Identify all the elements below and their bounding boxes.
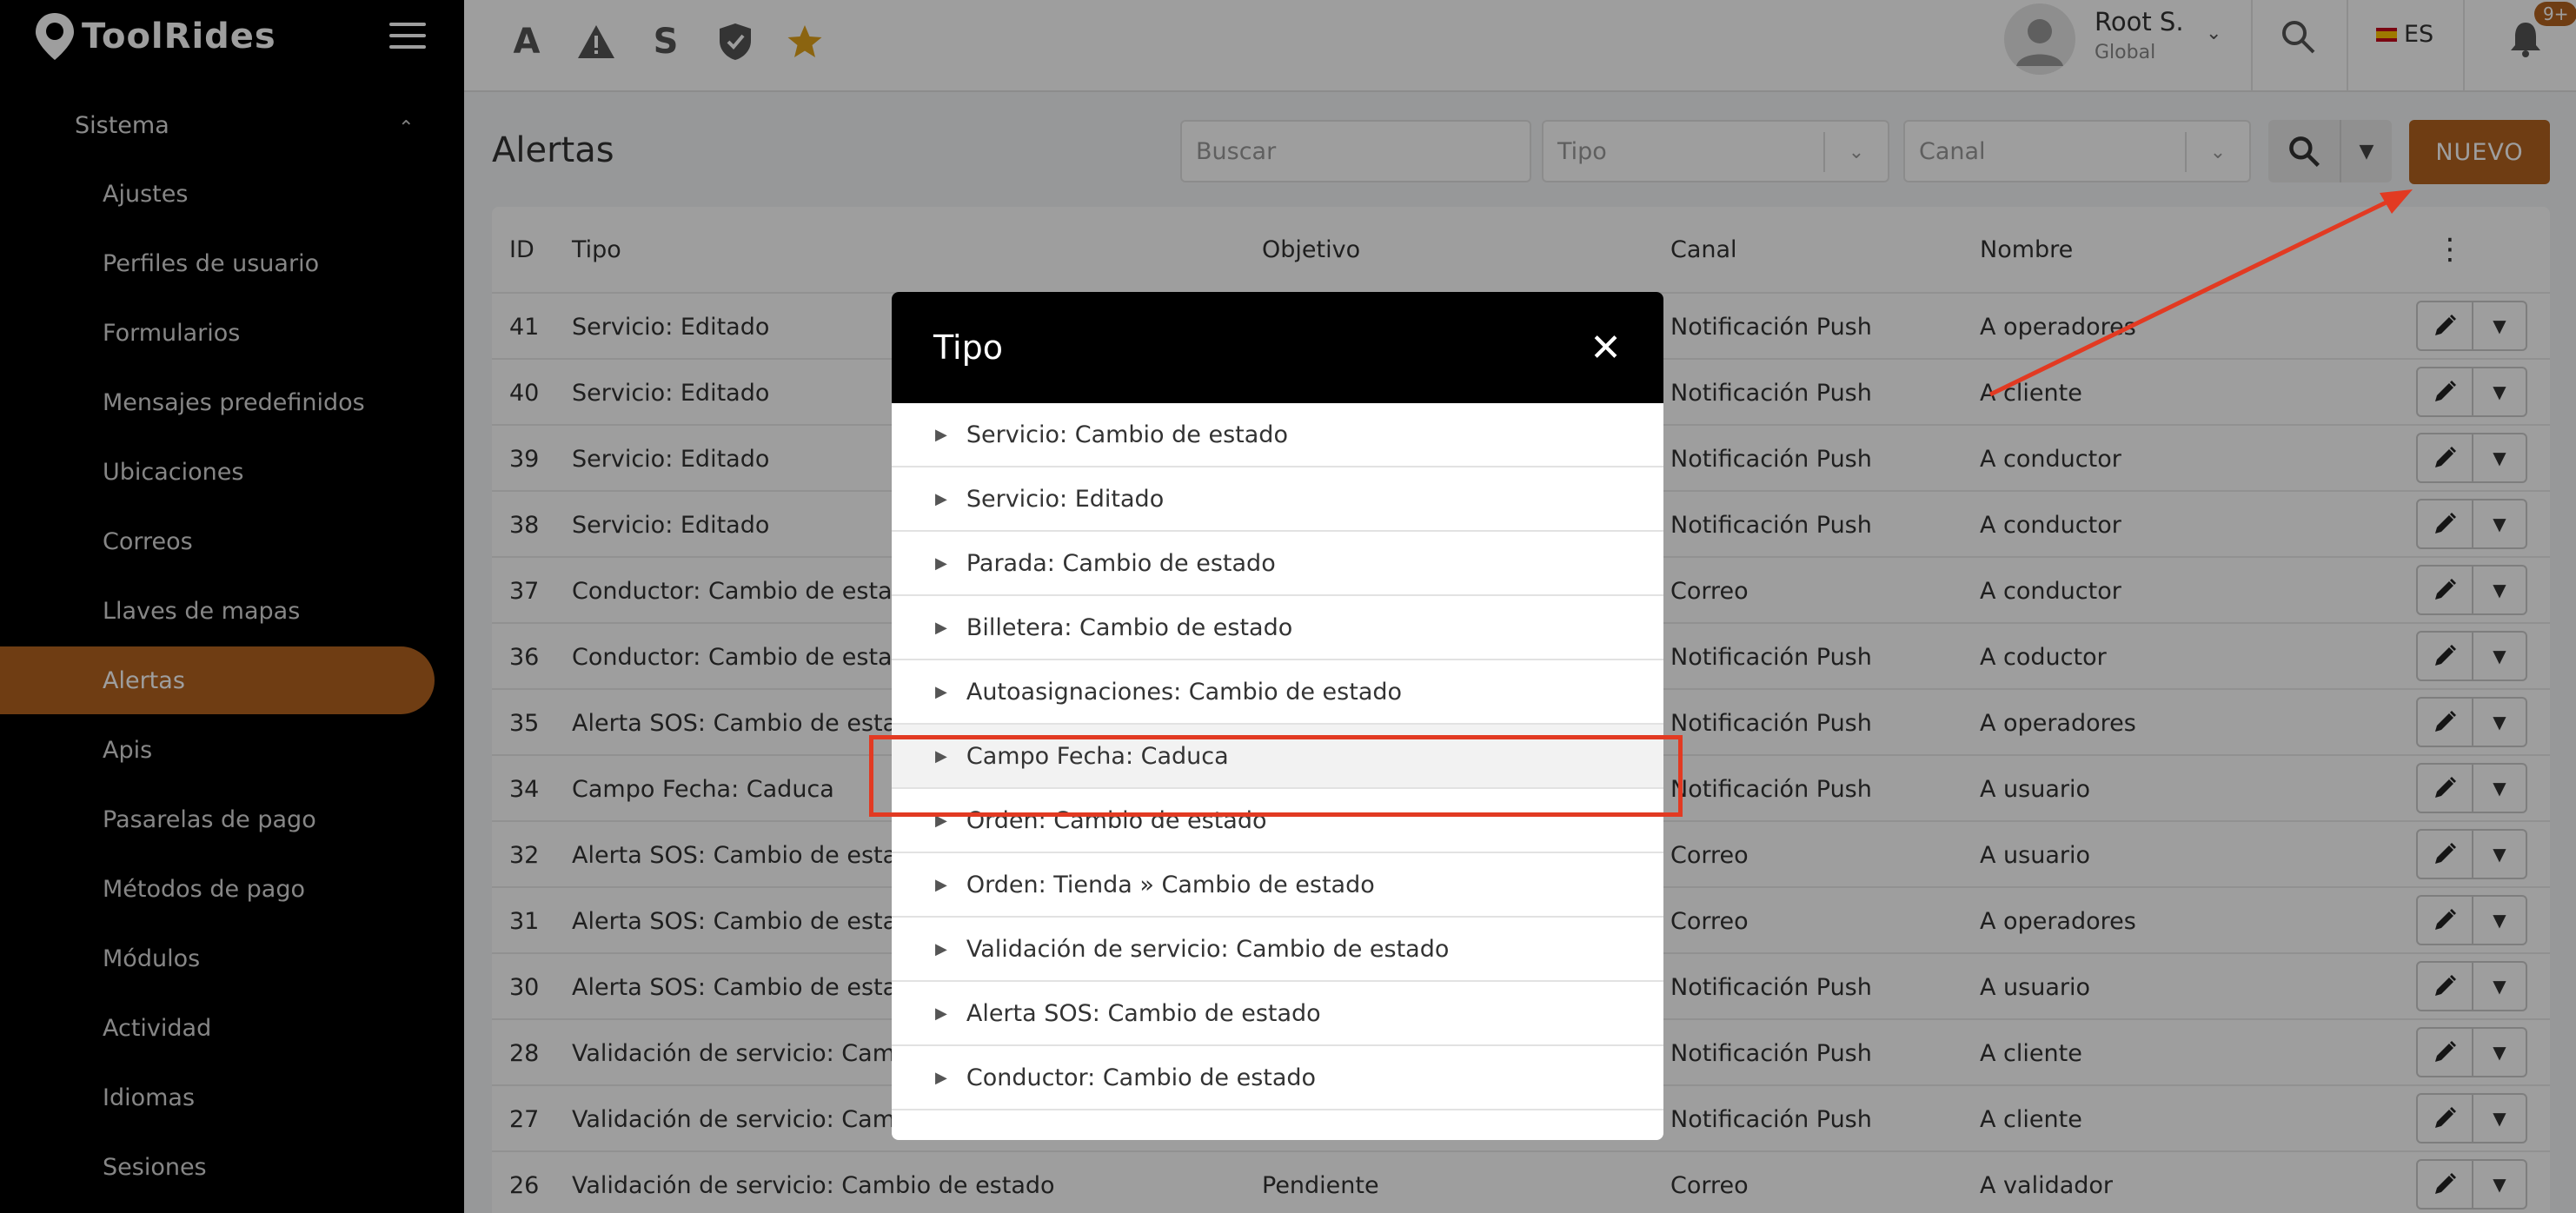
caret-right-icon: ▶ [935, 875, 947, 894]
type-option[interactable]: ▶ Conductor: Cambio de estado [892, 1046, 1663, 1110]
type-option-label: Billetera: Cambio de estado [966, 613, 1293, 641]
modal-header: Tipo ✕ [892, 292, 1663, 403]
caret-right-icon: ▶ [935, 553, 947, 573]
type-option-label: Conductor: Cambio de estado [966, 1064, 1317, 1091]
type-option-label: Parada: Cambio de estado [966, 549, 1276, 577]
type-option[interactable]: ▶ Billetera: Cambio de estado [892, 596, 1663, 660]
type-option-label: Servicio: Editado [966, 485, 1165, 513]
caret-right-icon: ▶ [935, 1068, 947, 1087]
type-option-label: Alerta SOS: Cambio de estado [966, 999, 1321, 1027]
close-icon[interactable]: ✕ [1590, 326, 1622, 370]
type-option[interactable]: ▶ Validación de servicio: Cambio de estad… [892, 918, 1663, 982]
modal-title: Tipo [933, 328, 1003, 367]
type-option[interactable]: ▶ Servicio: Editado [892, 467, 1663, 532]
type-option[interactable]: ▶ Servicio: Cambio de estado [892, 403, 1663, 467]
caret-right-icon: ▶ [935, 1004, 947, 1023]
caret-right-icon: ▶ [935, 618, 947, 637]
type-option[interactable]: ▶ Orden: Tienda » Cambio de estado [892, 853, 1663, 918]
annotation-highlight-box [869, 735, 1683, 817]
type-option-label: Validación de servicio: Cambio de estado [966, 935, 1450, 963]
caret-right-icon: ▶ [935, 939, 947, 958]
type-modal: Tipo ✕ ▶ Servicio: Cambio de estado ▶ Servi… [892, 292, 1663, 1140]
caret-right-icon: ▶ [935, 489, 947, 508]
type-option[interactable]: ▶ Autoasignaciones: Cambio de estado [892, 660, 1663, 725]
type-option[interactable]: ▶ Alerta SOS: Cambio de estado [892, 982, 1663, 1046]
type-option-label: Servicio: Cambio de estado [966, 421, 1288, 448]
caret-right-icon: ▶ [935, 682, 947, 701]
caret-right-icon: ▶ [935, 425, 947, 444]
type-option[interactable]: ▶ Parada: Cambio de estado [892, 532, 1663, 596]
type-option-label: Orden: Tienda » Cambio de estado [966, 871, 1375, 898]
type-option-label: Autoasignaciones: Cambio de estado [966, 678, 1403, 706]
